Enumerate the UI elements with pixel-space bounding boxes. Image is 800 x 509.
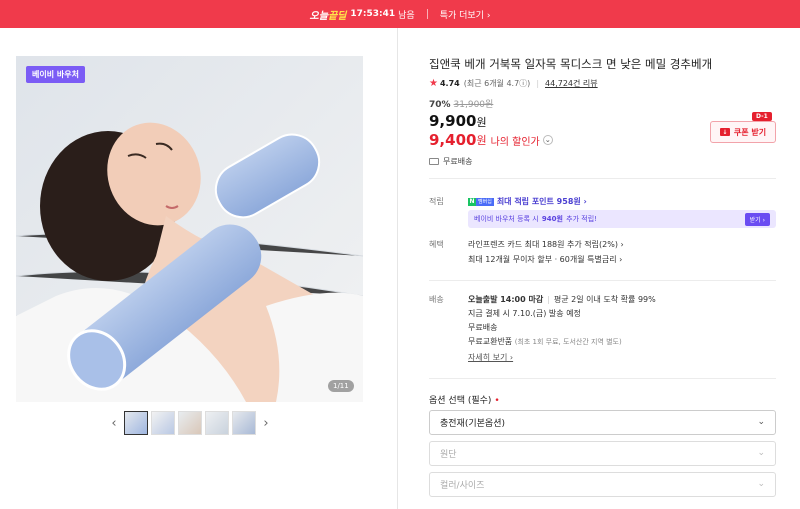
product-photo <box>16 56 363 402</box>
chevron-down-icon: ⌄ <box>757 417 765 427</box>
installment-link[interactable]: 최대 12개월 무이자 할부 · 60개월 특별금리 › <box>468 254 622 265</box>
my-price-label: 나의 할인가 <box>490 136 540 148</box>
deal-brand: 오늘끝딜 <box>309 10 347 22</box>
option-select-color-size[interactable]: 컬러/사이즈 ⌄ <box>429 472 776 497</box>
truck-icon <box>429 158 439 165</box>
thumbnail[interactable] <box>178 411 202 435</box>
coupon-dday-badge: D-1 <box>752 112 772 121</box>
points-link[interactable]: N 멤버십 최대 적립 포인트 958원 › <box>468 196 587 207</box>
card-benefit-link[interactable]: 라인프렌즈 카드 최대 188원 추가 적립(2%) › <box>468 239 624 250</box>
delivery-free: 무료배송 <box>468 323 498 332</box>
original-price: 31,900원 <box>453 100 494 110</box>
delivery-more-link[interactable]: 자세히 보기 › <box>468 352 513 363</box>
divider <box>429 178 776 179</box>
chevron-down-icon: ⌄ <box>757 448 765 458</box>
deal-timer-suffix: 남음 <box>398 10 415 21</box>
chevron-right-icon[interactable]: › <box>259 416 273 431</box>
delivery-schedule: 지금 결제 시 7.10.(금) 발송 예정 <box>468 309 581 318</box>
baby-voucher-badge: 베이비 바우처 <box>26 66 85 83</box>
free-shipping-row: 무료배송 <box>429 156 472 167</box>
rating-row: ★ 4.74 (최근 6개월 4.7ⓘ) | 44,724건 리뷰 <box>429 78 598 89</box>
delivery-label: 배송 <box>429 295 444 304</box>
coupon-button[interactable]: ↓ 쿠폰 받기 <box>710 121 776 143</box>
thumbnail-strip: ‹ › <box>107 411 273 435</box>
npay-membership-icon: N 멤버십 <box>468 197 494 206</box>
star-icon: ★ <box>429 78 438 89</box>
benefits-label: 혜택 <box>429 240 444 249</box>
image-counter: 1/11 <box>328 380 354 392</box>
voucher-get-button[interactable]: 받기 › <box>744 213 770 226</box>
thumbnail[interactable] <box>124 411 148 435</box>
chevron-down-icon[interactable]: ⌄ <box>542 135 553 145</box>
delivery-today: 오늘출발 14:00 마감 | 평균 2일 이내 도착 확률 99% <box>468 295 656 304</box>
promo-bar: 오늘끝딜 17:53:41 남음 특가 더보기 › <box>0 0 800 28</box>
reviews-link[interactable]: 44,724건 리뷰 <box>545 78 598 89</box>
points-label: 적립 <box>429 197 444 206</box>
thumbnail[interactable] <box>151 411 175 435</box>
product-title: 집앤쿡 베개 거북목 일자목 목디스크 면 낮은 메밀 경추베개 <box>429 57 713 71</box>
divider <box>429 378 776 379</box>
column-divider <box>397 28 398 509</box>
thumbnail[interactable] <box>232 411 256 435</box>
option-select-filling[interactable]: 충전재(기본옵션) ⌄ <box>429 410 776 435</box>
product-main-image[interactable] <box>16 56 363 402</box>
chevron-left-icon[interactable]: ‹ <box>107 416 121 431</box>
option-select-fabric[interactable]: 원단 ⌄ <box>429 441 776 466</box>
rating-score: 4.74 <box>439 79 460 88</box>
divider: | <box>536 79 540 88</box>
divider <box>429 280 776 281</box>
option-title: 옵션 선택 (필수) • <box>429 396 500 406</box>
discount-percent: 70% <box>429 100 451 110</box>
chevron-down-icon: ⌄ <box>757 479 765 489</box>
discount-row: 70% 31,900원 <box>429 97 493 110</box>
rating-recent: (최근 6개월 4.7ⓘ) <box>463 79 531 88</box>
voucher-bar: 베이비 바우처 등록 시 940원 추가 적립! 받기 › <box>468 210 776 228</box>
coupon-icon: ↓ <box>719 128 730 136</box>
deal-timer: 17:53:41 <box>350 9 396 19</box>
more-deals-link[interactable]: 특가 더보기 › <box>440 8 491 21</box>
divider <box>426 9 428 19</box>
sale-price: 9,900원 <box>429 112 487 130</box>
my-discount-price[interactable]: 9,400 원 나의 할인가 ⌄ <box>429 131 553 149</box>
free-return: 무료교환반품 (최초 1회 무료, 도서산간 지역 별도) <box>468 337 622 346</box>
thumbnail[interactable] <box>205 411 229 435</box>
